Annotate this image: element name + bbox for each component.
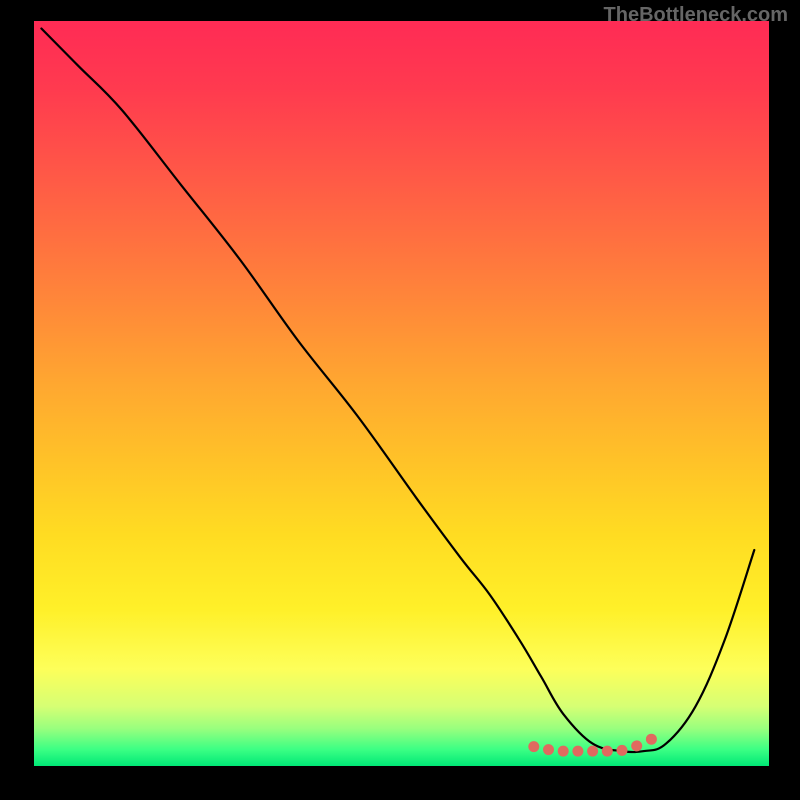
watermark-text: TheBottleneck.com: [604, 4, 788, 27]
valley-dot: [617, 745, 628, 756]
valley-dot: [602, 746, 613, 757]
valley-dot: [572, 746, 583, 757]
chart-svg: [34, 21, 769, 766]
valley-dot: [631, 740, 642, 751]
plot-area: [34, 21, 769, 766]
valley-markers: [528, 734, 657, 757]
valley-dot: [587, 746, 598, 757]
valley-dot: [543, 744, 554, 755]
valley-dot: [528, 741, 539, 752]
valley-dot: [558, 746, 569, 757]
bottleneck-curve: [41, 29, 754, 753]
valley-dot: [646, 734, 657, 745]
